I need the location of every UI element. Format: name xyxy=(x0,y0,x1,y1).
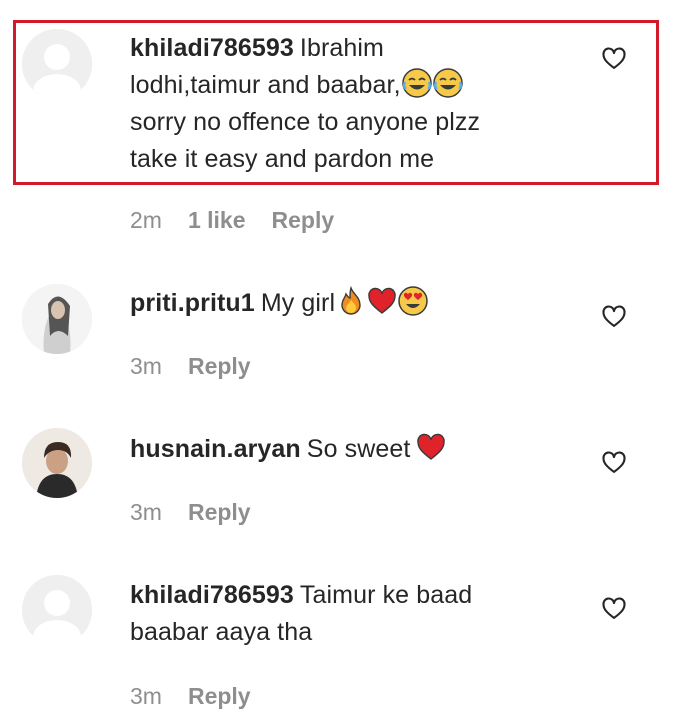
comment-time[interactable]: 3m xyxy=(130,683,162,710)
comment-text: khiladi786593 Taimur ke baad baabar aaya … xyxy=(130,577,600,651)
default-avatar[interactable] xyxy=(22,29,92,99)
photo-avatar[interactable] xyxy=(22,284,92,354)
joy-emoji-icon xyxy=(401,68,432,98)
comment-body: sorry no offence to anyone plzz xyxy=(130,108,481,136)
comment-time[interactable]: 2m xyxy=(130,207,162,234)
comment-body: lodhi,taimur and baabar, xyxy=(130,71,401,99)
comment-username[interactable]: husnain.aryan xyxy=(130,435,301,463)
heart-outline-icon[interactable] xyxy=(600,302,628,330)
red-heart-emoji-icon xyxy=(416,432,446,462)
comment-body: So sweet xyxy=(306,435,411,463)
comment-meta: 3m Reply xyxy=(130,353,251,380)
heart-eyes-emoji-icon xyxy=(398,286,428,316)
comment-time[interactable]: 3m xyxy=(130,499,162,526)
reply-button[interactable]: Reply xyxy=(188,353,251,380)
comment-body: baabar aaya tha xyxy=(130,618,313,646)
comment-username[interactable]: priti.pritu1 xyxy=(130,289,255,317)
comment-meta: 3m Reply xyxy=(130,683,251,710)
default-avatar-icon xyxy=(22,29,92,99)
heart-outline-icon[interactable] xyxy=(600,44,628,72)
photo-avatar[interactable] xyxy=(22,428,92,498)
comment-text: priti.pritu1 My girl xyxy=(130,285,600,322)
heart-outline-icon[interactable] xyxy=(600,594,628,622)
comment-text: husnain.aryan So sweet xyxy=(130,431,600,468)
heart-outline-icon[interactable] xyxy=(600,448,628,476)
user-photo-icon xyxy=(22,428,92,498)
reply-button[interactable]: Reply xyxy=(188,499,251,526)
comment-body: Ibrahim xyxy=(299,34,384,62)
comment-time[interactable]: 3m xyxy=(130,353,162,380)
user-photo-icon xyxy=(22,284,92,354)
fire-emoji-icon xyxy=(336,286,366,316)
red-heart-emoji-icon xyxy=(367,286,397,316)
default-avatar-icon xyxy=(22,575,92,645)
comment-username[interactable]: khiladi786593 xyxy=(130,34,294,62)
reply-button[interactable]: Reply xyxy=(188,683,251,710)
joy-emoji-icon xyxy=(432,68,463,98)
comment-body: My girl xyxy=(260,289,336,317)
comment-likes[interactable]: 1 like xyxy=(188,207,246,234)
default-avatar[interactable] xyxy=(22,575,92,645)
comment-username[interactable]: khiladi786593 xyxy=(130,581,294,609)
comment-meta: 3m Reply xyxy=(130,499,251,526)
comment-text: khiladi786593 Ibrahim lodhi,taimur and ba… xyxy=(130,30,600,178)
comment-body: Taimur ke baad xyxy=(299,581,473,609)
comment-meta: 2m 1 like Reply xyxy=(130,207,334,234)
comment-body: take it easy and pardon me xyxy=(130,145,435,173)
reply-button[interactable]: Reply xyxy=(272,207,335,234)
